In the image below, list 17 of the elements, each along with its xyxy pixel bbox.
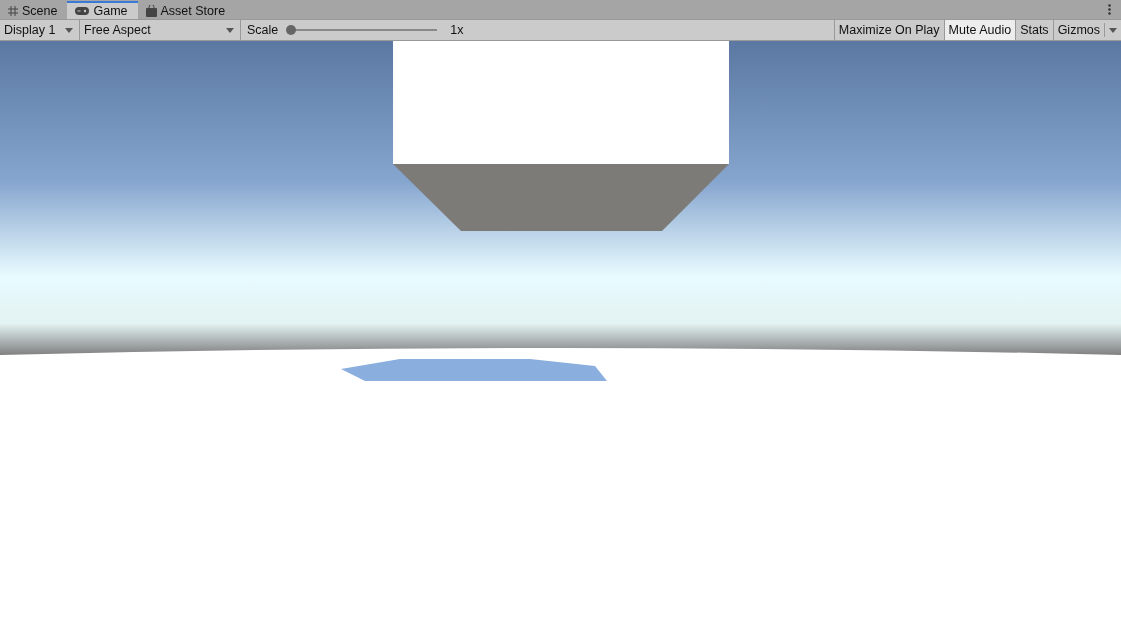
aspect-dropdown[interactable]: Free Aspect <box>80 20 241 40</box>
caret-icon <box>226 27 234 33</box>
toggle-button[interactable]: Mute Audio <box>943 20 1016 40</box>
more-icon[interactable] <box>1108 4 1111 15</box>
gamepad-icon <box>75 7 90 15</box>
scale-reading: 1x <box>450 23 464 37</box>
display-dropdown[interactable]: Display 1 <box>0 20 80 40</box>
slider-thumb[interactable] <box>286 25 297 35</box>
tab[interactable]: Asset Store <box>137 1 236 19</box>
grid-icon <box>8 6 18 16</box>
bag-icon <box>145 5 157 17</box>
tab[interactable]: Game <box>67 1 138 19</box>
tab[interactable]: Scene <box>0 1 68 19</box>
scale-label: Scale <box>247 23 279 37</box>
caret-icon <box>1109 27 1117 33</box>
caret-icon <box>65 27 73 33</box>
gizmos-dropdown[interactable]: Gizmos <box>1052 20 1121 40</box>
